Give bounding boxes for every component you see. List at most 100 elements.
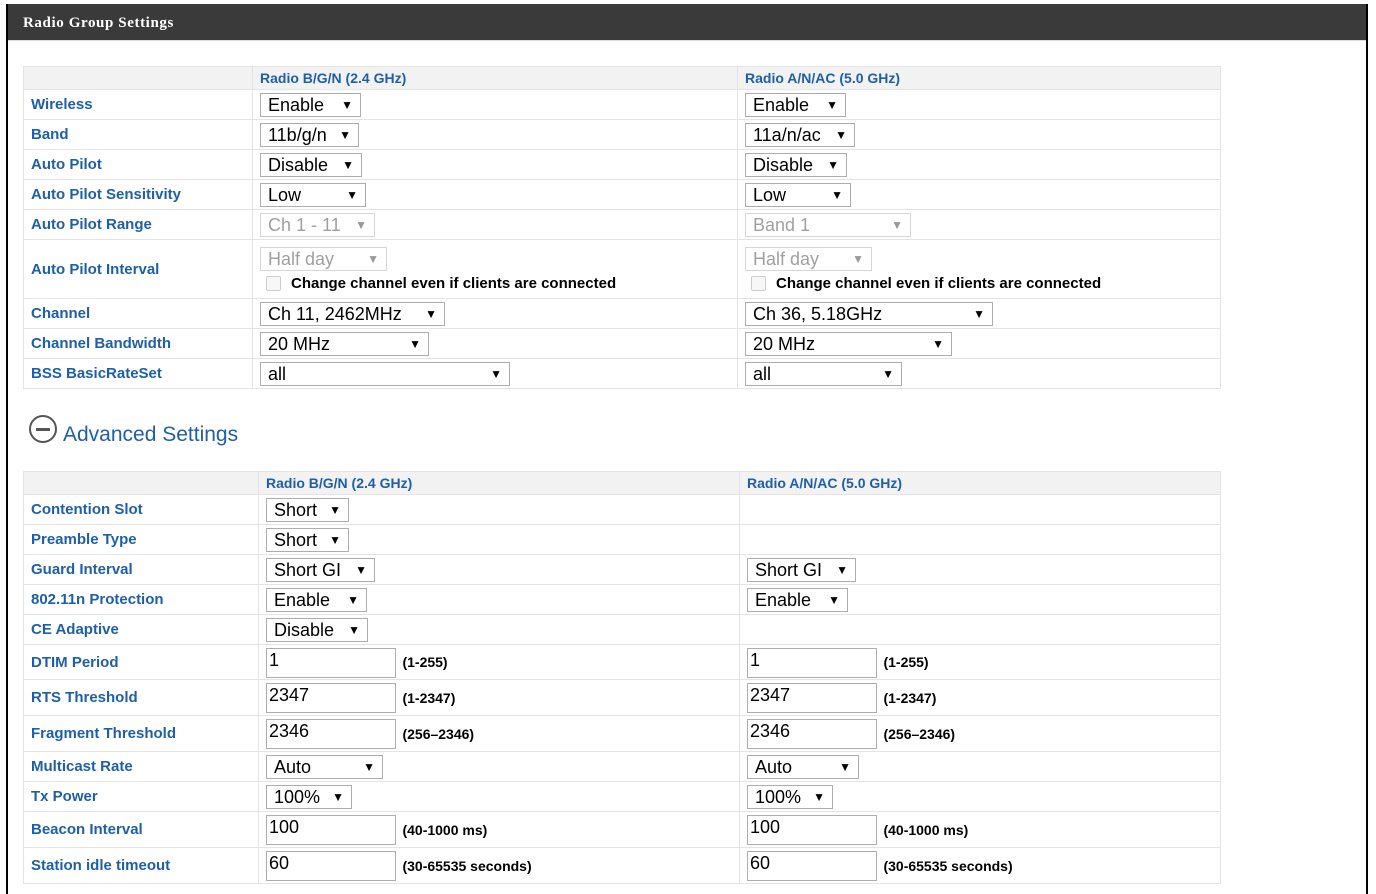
interval-value: Half day [753, 248, 820, 269]
dropdown-arrow-icon: ▼ [339, 128, 351, 142]
range-select-2-4ghz[interactable]: Ch 1 - 11 ▼ [260, 213, 375, 237]
station-idle-timeout-label: Station idle timeout [23, 847, 259, 884]
band-label: Band [23, 119, 253, 150]
channel-select-2-4ghz[interactable]: Ch 11, 2462MHz ▼ [260, 302, 445, 326]
dropdown-arrow-icon: ▼ [973, 307, 985, 321]
dtim-period-input-5ghz[interactable]: 1 [747, 647, 877, 678]
auto-pilot-interval-label: Auto Pilot Interval [23, 239, 253, 299]
bss-select-2-4ghz[interactable]: all ▼ [260, 362, 510, 386]
multicast-value: Auto [755, 756, 793, 777]
auto-pilot-select-2-4ghz[interactable]: Disable ▼ [260, 153, 362, 177]
wireless-select-2-4ghz[interactable]: Enable ▼ [260, 93, 361, 117]
range-select-5ghz[interactable]: Band 1 ▼ [745, 213, 911, 237]
channel-label: Channel [23, 298, 253, 329]
dropdown-arrow-icon: ▼ [813, 790, 825, 804]
range-value: Band 1 [753, 214, 811, 235]
dropdown-arrow-icon: ▼ [409, 337, 421, 351]
table-header-row: Radio B/G/N (2.4 GHz) Radio A/N/AC (5.0 … [23, 66, 1221, 90]
station-idle-timeout-input-5ghz[interactable]: 60 [747, 851, 877, 881]
bandwidth-select-2-4ghz[interactable]: 20 MHz ▼ [260, 332, 429, 356]
bandwidth-select-5ghz[interactable]: 20 MHz ▼ [745, 332, 952, 356]
tx-power-select-5ghz[interactable]: 100% ▼ [747, 785, 833, 809]
dropdown-arrow-icon: ▼ [355, 563, 367, 577]
change-channel-checkbox-5ghz[interactable] [751, 276, 766, 291]
dropdown-arrow-icon: ▼ [882, 367, 894, 381]
change-channel-option-2-4ghz: Change channel even if clients are conne… [260, 275, 737, 292]
beacon-interval-input-2-4ghz[interactable]: 100 [266, 815, 396, 845]
bss-select-5ghz[interactable]: all ▼ [745, 362, 902, 386]
ce-adaptive-select-2-4ghz[interactable]: Disable ▼ [266, 618, 368, 642]
rts-threshold-input-2-4ghz[interactable]: 2347 [266, 683, 396, 713]
band-select-2-4ghz[interactable]: 11b/g/n ▼ [260, 123, 359, 147]
sensitivity-select-5ghz[interactable]: Low ▼ [745, 183, 851, 207]
table-row: Contention Slot Short ▼ [23, 494, 1221, 525]
contention-value: Short [274, 499, 318, 520]
bandwidth-value: 20 MHz [753, 333, 816, 354]
dropdown-arrow-icon: ▼ [341, 98, 353, 112]
fragment-threshold-input-5ghz[interactable]: 2346 [747, 719, 877, 749]
wireless-value: Enable [268, 94, 325, 115]
station-idle-timeout-input-2-4ghz[interactable]: 60 [266, 851, 396, 881]
column-header-2-4ghz: Radio B/G/N (2.4 GHz) [252, 66, 738, 90]
bandwidth-value: 20 MHz [268, 333, 331, 354]
contention-slot-select-2-4ghz[interactable]: Short ▼ [266, 498, 349, 522]
preamble-value: Short [274, 529, 318, 550]
protection-select-5ghz[interactable]: Enable ▼ [747, 588, 848, 612]
advanced-settings-toggle[interactable]: Advanced Settings [29, 415, 238, 447]
dropdown-arrow-icon: ▼ [835, 128, 847, 142]
collapse-minus-icon [29, 415, 57, 443]
guard-interval-select-2-4ghz[interactable]: Short GI ▼ [266, 558, 375, 582]
beacon-interval-input-5ghz[interactable]: 100 [747, 815, 877, 845]
dtim-range-hint: (1-255) [402, 654, 448, 670]
interval-select-5ghz[interactable]: Half day ▼ [745, 247, 872, 271]
dropdown-arrow-icon: ▼ [828, 593, 840, 607]
column-header-5ghz: Radio A/N/AC (5.0 GHz) [737, 66, 1221, 90]
auto-pilot-select-5ghz[interactable]: Disable ▼ [745, 153, 847, 177]
advanced-settings-table: Radio B/G/N (2.4 GHz) Radio A/N/AC (5.0 … [23, 471, 1221, 884]
column-header-5ghz: Radio A/N/AC (5.0 GHz) [739, 471, 1221, 495]
protection-select-2-4ghz[interactable]: Enable ▼ [266, 588, 367, 612]
rts-range-hint: (1-2347) [402, 689, 456, 706]
preamble-type-select-2-4ghz[interactable]: Short ▼ [266, 528, 349, 552]
multicast-rate-select-5ghz[interactable]: Auto ▼ [747, 755, 859, 779]
table-row: BSS BasicRateSet all ▼ all ▼ [23, 358, 1221, 389]
dropdown-arrow-icon: ▼ [891, 218, 903, 232]
dropdown-arrow-icon: ▼ [346, 188, 358, 202]
table-row: Beacon Interval 100 (40-1000 ms) 100 (40… [23, 811, 1221, 848]
guard-interval-select-5ghz[interactable]: Short GI ▼ [747, 558, 856, 582]
radio-group-table: Radio B/G/N (2.4 GHz) Radio A/N/AC (5.0 … [23, 66, 1221, 389]
wireless-select-5ghz[interactable]: Enable ▼ [745, 93, 846, 117]
page-title: Radio Group Settings [23, 15, 174, 31]
bss-basic-rate-set-label: BSS BasicRateSet [23, 358, 253, 389]
change-channel-checkbox-2-4ghz[interactable] [266, 276, 281, 291]
interval-select-2-4ghz[interactable]: Half day ▼ [260, 247, 387, 271]
tx-power-value: 100% [755, 786, 802, 807]
dropdown-arrow-icon: ▼ [827, 158, 839, 172]
fragment-threshold-input-2-4ghz[interactable]: 2346 [266, 719, 396, 749]
dropdown-arrow-icon: ▼ [831, 188, 843, 202]
idle-timeout-range-hint: (30-65535 seconds) [883, 857, 1013, 874]
protection-value: Enable [274, 589, 331, 610]
fragment-threshold-label: Fragment Threshold [23, 715, 259, 752]
rts-threshold-input-5ghz[interactable]: 2347 [747, 683, 877, 713]
tx-power-select-2-4ghz[interactable]: 100% ▼ [266, 785, 352, 809]
dropdown-arrow-icon: ▼ [836, 563, 848, 577]
dtim-period-input-2-4ghz[interactable]: 1 [266, 647, 396, 678]
guard-value: Short GI [274, 559, 342, 580]
sensitivity-value: Low [268, 184, 302, 205]
band-select-5ghz[interactable]: 11a/n/ac ▼ [745, 123, 855, 147]
sensitivity-select-2-4ghz[interactable]: Low ▼ [260, 183, 366, 207]
table-header-row: Radio B/G/N (2.4 GHz) Radio A/N/AC (5.0 … [23, 471, 1221, 495]
rts-range-hint: (1-2347) [883, 689, 937, 706]
multicast-rate-select-2-4ghz[interactable]: Auto ▼ [266, 755, 383, 779]
dtim-range-hint: (1-255) [883, 654, 929, 670]
tx-power-value: 100% [274, 786, 321, 807]
dropdown-arrow-icon: ▼ [332, 790, 344, 804]
table-row: CE Adaptive Disable ▼ [23, 614, 1221, 645]
table-row: DTIM Period 1 (1-255) 1 (1-255) [23, 644, 1221, 680]
dropdown-arrow-icon: ▼ [932, 337, 944, 351]
protection-label: 802.11n Protection [23, 584, 259, 615]
channel-select-5ghz[interactable]: Ch 36, 5.18GHz ▼ [745, 302, 993, 326]
wireless-label: Wireless [23, 89, 253, 120]
auto-pilot-value: Disable [753, 154, 814, 175]
